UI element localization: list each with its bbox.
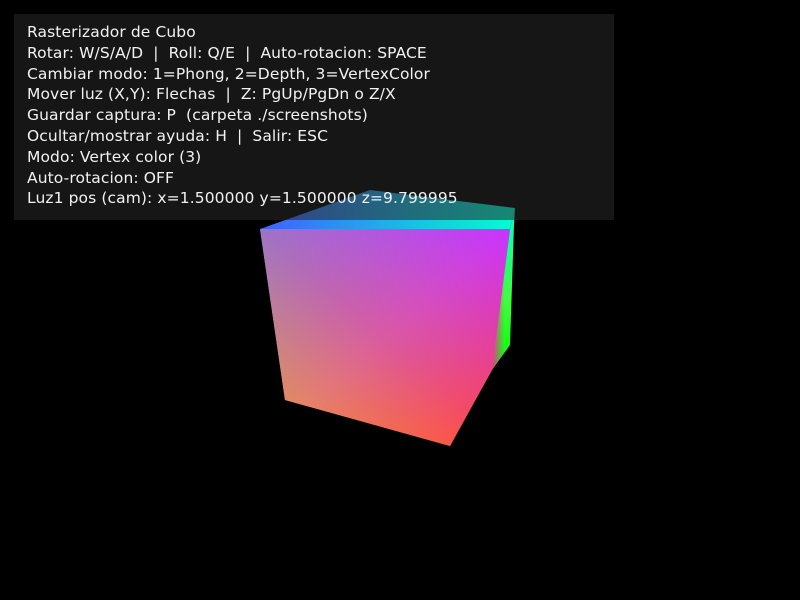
hud-rotate-controls: Rotar: W/S/A/D | Roll: Q/E | Auto-rotaci…: [27, 43, 427, 62]
render-viewport[interactable]: Rasterizador de Cubo Rotar: W/S/A/D | Ro…: [0, 0, 800, 600]
hud-help-exit-controls: Ocultar/mostrar ayuda: H | Salir: ESC: [27, 126, 329, 145]
cube-front-face: [260, 229, 510, 446]
hud-screenshot-controls: Guardar captura: P (carpeta ./screenshot…: [27, 106, 368, 125]
hud-mode-controls: Cambiar modo: 1=Phong, 2=Depth, 3=Vertex…: [27, 64, 430, 83]
help-overlay-panel: Rasterizador de Cubo Rotar: W/S/A/D | Ro…: [14, 14, 614, 220]
hud-light-position: Luz1 pos (cam): x=1.500000 y=1.500000 z=…: [27, 189, 458, 208]
hud-light-controls: Mover luz (X,Y): Flechas | Z: PgUp/PgDn …: [27, 85, 396, 104]
hud-title: Rasterizador de Cubo: [27, 23, 196, 41]
hud-current-mode: Modo: Vertex color (3): [27, 147, 202, 166]
hud-auto-rotation-status: Auto-rotacion: OFF: [27, 168, 175, 187]
